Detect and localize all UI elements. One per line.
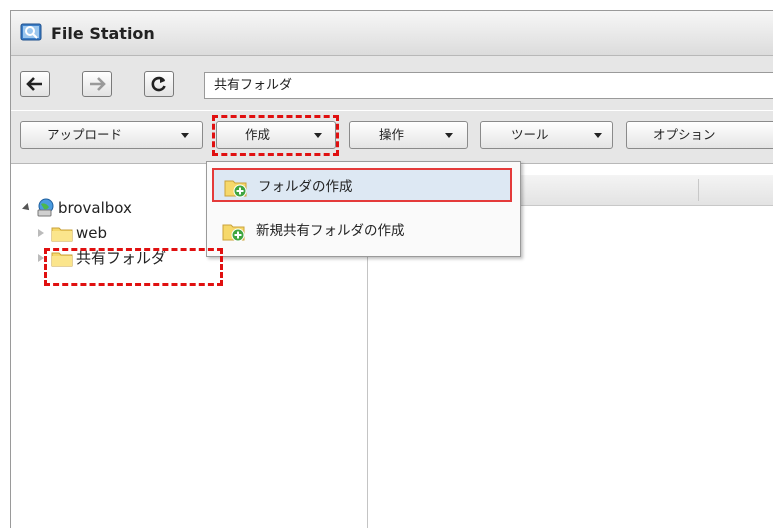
tree-item-label: web	[76, 224, 108, 242]
menu-item-label: フォルダの作成	[258, 179, 353, 195]
refresh-icon	[151, 76, 166, 92]
toolbar: アップロード 作成 操作 ツール オプション	[11, 111, 773, 164]
network-globe-icon	[37, 198, 54, 217]
upload-button[interactable]: アップロード	[20, 121, 203, 149]
expand-right-icon[interactable]	[38, 229, 44, 237]
create-dropdown-menu: フォルダの作成 新規共有フォルダの作成	[206, 161, 521, 257]
chevron-down-icon	[181, 133, 189, 138]
tree-root-label: brovalbox	[58, 199, 132, 217]
menu-item-label: 新規共有フォルダの作成	[256, 223, 405, 239]
chevron-down-icon	[594, 133, 602, 138]
options-label: オプション	[653, 127, 716, 142]
file-station-icon	[20, 23, 42, 41]
expand-down-icon[interactable]	[22, 203, 32, 213]
operate-label: 操作	[379, 127, 405, 142]
arrow-left-icon	[26, 77, 42, 91]
menu-item-create-folder[interactable]: フォルダの作成	[212, 168, 512, 202]
tree-node-web[interactable]: web	[11, 222, 211, 244]
tools-button[interactable]: ツール	[480, 121, 613, 149]
title-bar: File Station	[11, 11, 773, 56]
upload-label: アップロード	[47, 127, 123, 142]
forward-button[interactable]	[82, 71, 112, 97]
tree-node-root[interactable]: brovalbox	[11, 197, 211, 219]
highlight-shared-folder	[44, 248, 223, 286]
arrow-right-icon	[90, 77, 106, 91]
column-divider[interactable]	[698, 179, 699, 201]
new-folder-icon	[224, 180, 247, 198]
options-button[interactable]: オプション	[626, 121, 773, 149]
new-folder-icon	[222, 224, 245, 242]
chevron-down-icon	[445, 133, 453, 138]
highlight-create-button	[212, 115, 339, 156]
menu-item-create-shared-folder[interactable]: 新規共有フォルダの作成	[212, 214, 512, 248]
navigation-bar: 共有フォルダ	[11, 56, 773, 110]
refresh-button[interactable]	[144, 71, 174, 97]
app-title: File Station	[51, 24, 155, 43]
tools-label: ツール	[511, 127, 549, 142]
path-input[interactable]: 共有フォルダ	[204, 72, 773, 99]
operate-button[interactable]: 操作	[349, 121, 468, 149]
folder-icon	[51, 227, 73, 242]
back-button[interactable]	[20, 71, 50, 97]
